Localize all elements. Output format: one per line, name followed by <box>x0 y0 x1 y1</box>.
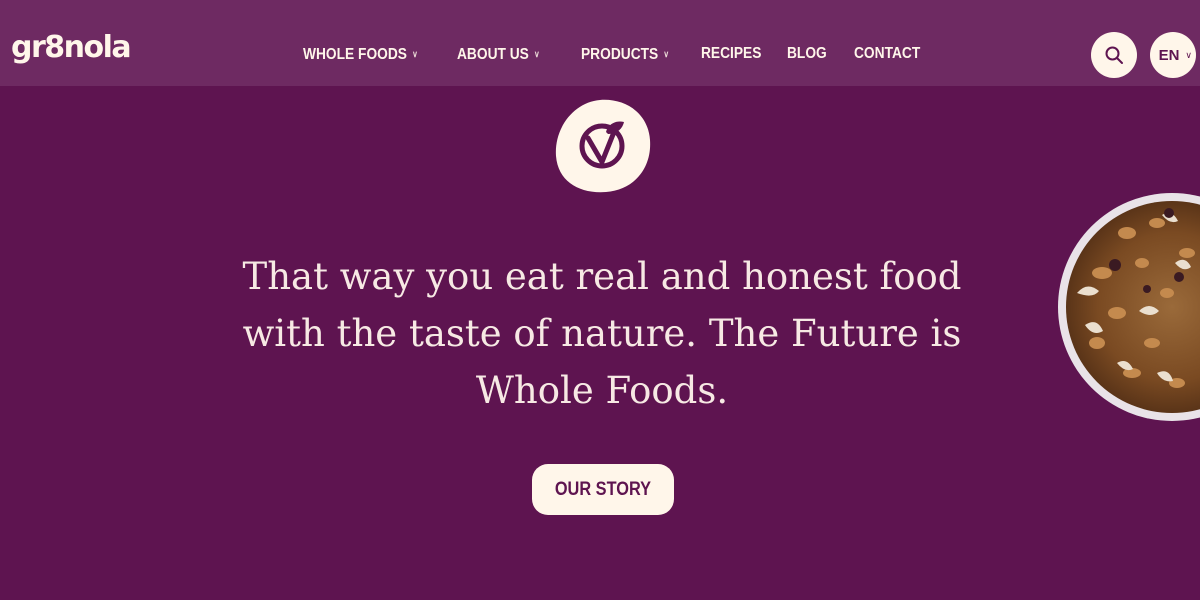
logo[interactable]: gr8nola <box>11 33 132 63</box>
nav-item-contact[interactable]: CONTACT <box>854 44 920 64</box>
vegan-badge <box>554 98 652 194</box>
nav-item-products[interactable]: PRODUCTS ∨ <box>581 44 669 65</box>
our-story-button[interactable]: OUR STORY <box>532 464 674 515</box>
chevron-down-icon: ∨ <box>412 49 418 59</box>
nav-item-whole-foods[interactable]: WHOLE FOODS ∨ <box>303 44 418 65</box>
nav-item-recipes[interactable]: RECIPES <box>701 44 761 64</box>
page: gr8nola WHOLE FOODS ∨ ABOUT US ∨ PRODUCTS ∨… <box>0 0 1200 600</box>
chevron-down-icon: ∨ <box>1185 50 1192 60</box>
language-label: EN <box>1158 46 1180 64</box>
site-header: gr8nola WHOLE FOODS ∨ ABOUT US ∨ PRODUCTS ∨… <box>0 0 1200 86</box>
nav-item-blog[interactable]: BLOG <box>787 44 827 64</box>
nav-item-about-us[interactable]: ABOUT US ∨ <box>457 44 540 65</box>
nav-item-label: BLOG <box>787 45 827 62</box>
our-story-label: OUR STORY <box>554 478 652 500</box>
vegan-leaf-icon <box>555 99 651 193</box>
nav-item-label: ABOUT US <box>457 46 529 63</box>
search-button[interactable] <box>1091 32 1137 78</box>
nav-item-label: RECIPES <box>701 45 762 62</box>
language-selector[interactable]: EN ∨ <box>1150 32 1196 78</box>
granola-bowl-image <box>1057 193 1200 421</box>
nav-item-label: CONTACT <box>854 45 921 62</box>
nav-item-label: PRODUCTS <box>581 46 659 63</box>
search-icon <box>1105 46 1123 64</box>
chevron-down-icon: ∨ <box>534 49 540 59</box>
hero-headline: That way you eat real and honest food wi… <box>242 255 962 412</box>
nav-item-label: WHOLE FOODS <box>303 46 407 63</box>
chevron-down-icon: ∨ <box>663 49 670 59</box>
